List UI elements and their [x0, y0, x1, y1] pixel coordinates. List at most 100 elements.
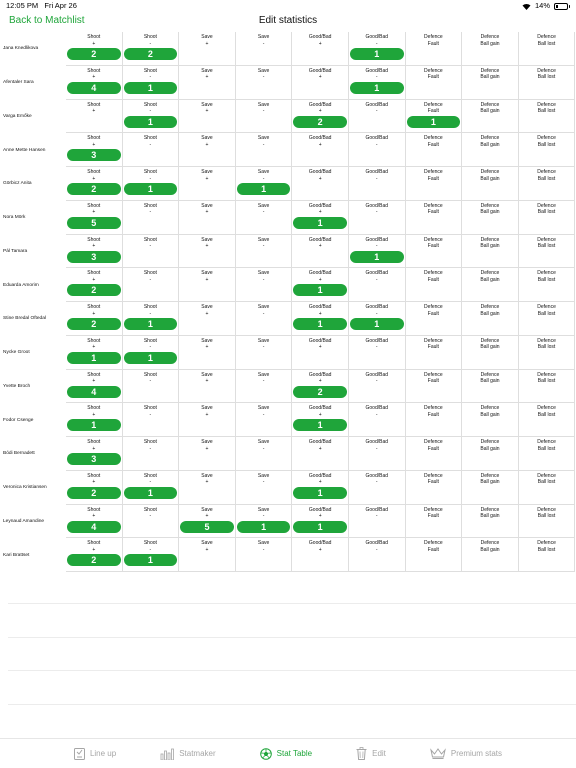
stat-cell[interactable]: Good/Bad -	[348, 470, 406, 505]
stat-cell[interactable]: Shoot -1	[122, 302, 180, 336]
stat-cell[interactable]: Shoot +4	[66, 369, 123, 404]
stat-cell[interactable]: Defence Ball lost	[518, 268, 576, 302]
stat-cell[interactable]: Shoot +1	[66, 335, 123, 370]
stat-cell[interactable]: Shoot -1	[122, 167, 180, 201]
stat-cell[interactable]: Good/Bad +1	[292, 403, 349, 437]
stat-cell[interactable]: Save -1	[235, 167, 293, 201]
stat-count-badge[interactable]: 1	[406, 115, 461, 128]
stat-cell[interactable]: Good/Bad -	[348, 99, 406, 134]
stat-cell[interactable]: Defence Ball lost	[518, 403, 576, 437]
stat-cell[interactable]: Defence Ball gain	[462, 538, 519, 572]
stat-cell[interactable]: Defence Ball gain	[462, 167, 519, 201]
stat-cell[interactable]: Save +	[179, 403, 236, 437]
stat-cell[interactable]: Defence Ball lost	[518, 302, 576, 336]
stat-cell[interactable]: Good/Bad +	[292, 65, 349, 100]
stat-count-badge[interactable]: 1	[293, 419, 347, 432]
stat-cell[interactable]: Save +	[179, 538, 236, 572]
stat-cell[interactable]: Good/Bad -1	[348, 65, 406, 100]
tab-edit[interactable]: Edit	[334, 747, 408, 760]
stat-cell[interactable]: Save +	[179, 133, 236, 167]
stat-cell[interactable]: Save +	[179, 65, 236, 100]
stat-cell[interactable]: Good/Bad -1	[348, 302, 406, 336]
stat-count-badge[interactable]: 1	[293, 216, 347, 229]
stat-cell[interactable]: Save +	[179, 99, 236, 134]
tab-line-up[interactable]: Line up	[52, 747, 138, 760]
stat-cell[interactable]: Save -	[235, 335, 293, 370]
stat-cell[interactable]: Shoot +3	[66, 133, 123, 167]
stat-cell[interactable]: Good/Bad +	[292, 335, 349, 370]
stat-cell[interactable]: Save +	[179, 200, 236, 235]
stat-cell[interactable]: Save +	[179, 234, 236, 269]
stat-cell[interactable]: Shoot +2	[66, 538, 123, 572]
stat-count-badge[interactable]: 1	[293, 520, 347, 533]
stat-count-badge[interactable]: 1	[293, 486, 347, 499]
stat-count-badge[interactable]: 1	[67, 351, 121, 364]
stat-cell[interactable]: Shoot +2	[66, 268, 123, 302]
stat-cell[interactable]: Shoot +2	[66, 302, 123, 336]
stat-cell[interactable]: Defence Ball gain	[462, 302, 519, 336]
stat-cell[interactable]: Shoot +4	[66, 504, 123, 539]
stat-cell[interactable]: Defence Ball gain	[462, 335, 519, 370]
stat-cell[interactable]: Defence Ball lost	[518, 470, 576, 505]
stat-cell[interactable]: Shoot -	[122, 200, 180, 235]
stat-cell[interactable]: Save -	[235, 470, 293, 505]
stat-cell[interactable]: Good/Bad +	[292, 133, 349, 167]
stat-cell[interactable]: Shoot +	[66, 99, 123, 134]
stat-cell[interactable]: Shoot -1	[122, 538, 180, 572]
stat-count-badge[interactable]: 1	[123, 81, 178, 94]
stat-cell[interactable]: Shoot -1	[122, 470, 180, 505]
stat-cell[interactable]: Defence Ball gain	[462, 99, 519, 134]
stat-cell[interactable]: Save +	[179, 32, 236, 66]
stat-cell[interactable]: Shoot -	[122, 403, 180, 437]
stat-count-badge[interactable]: 1	[293, 318, 347, 330]
stat-count-badge[interactable]: 3	[67, 250, 121, 263]
stat-cell[interactable]: Save -	[235, 437, 293, 471]
stat-cell[interactable]: Defence Ball lost	[518, 369, 576, 404]
stat-cell[interactable]: Defence Ball gain	[462, 32, 519, 66]
stat-cell[interactable]: Good/Bad -	[348, 167, 406, 201]
stat-cell[interactable]: Shoot +5	[66, 200, 123, 235]
stat-count-badge[interactable]: 2	[67, 554, 121, 567]
stat-count-badge[interactable]: 1	[349, 318, 404, 330]
stat-cell[interactable]: Save -	[235, 403, 293, 437]
stat-cell[interactable]: Shoot +3	[66, 437, 123, 471]
stat-cell[interactable]: Save +	[179, 268, 236, 302]
stat-cell[interactable]: Save -	[235, 32, 293, 66]
stat-cell[interactable]: Good/Bad +	[292, 437, 349, 471]
stat-cell[interactable]: Defence Fault	[405, 234, 463, 269]
stat-cell[interactable]: Defence Ball gain	[462, 504, 519, 539]
stat-cell[interactable]: Good/Bad +	[292, 167, 349, 201]
stat-cell[interactable]: Defence Fault	[405, 32, 463, 66]
stat-cell[interactable]: Shoot -	[122, 268, 180, 302]
stat-count-badge[interactable]: 1	[236, 183, 291, 195]
stat-cell[interactable]: Defence Ball lost	[518, 167, 576, 201]
stat-count-badge[interactable]: 1	[67, 419, 121, 432]
stat-cell[interactable]: Defence Ball gain	[462, 369, 519, 404]
stat-count-badge[interactable]: 1	[349, 81, 404, 94]
stat-cell[interactable]: Save +5	[179, 504, 236, 539]
stat-cell[interactable]: Defence Fault	[405, 437, 463, 471]
stat-count-badge[interactable]: 1	[293, 284, 347, 297]
stat-cell[interactable]: Save -	[235, 133, 293, 167]
stat-cell[interactable]: Shoot -	[122, 437, 180, 471]
stat-cell[interactable]: Good/Bad -1	[348, 234, 406, 269]
stat-cell[interactable]: Shoot +3	[66, 234, 123, 269]
stat-cell[interactable]: Save -	[235, 369, 293, 404]
stat-cell[interactable]: Defence Fault	[405, 504, 463, 539]
stat-count-badge[interactable]: 1	[123, 183, 178, 195]
stat-cell[interactable]: Shoot -1	[122, 335, 180, 370]
stat-cell[interactable]: Save -	[235, 268, 293, 302]
stat-cell[interactable]: Save -	[235, 302, 293, 336]
tab-statmaker[interactable]: Statmaker	[138, 748, 237, 760]
stat-cell[interactable]: Defence Ball lost	[518, 99, 576, 134]
stat-cell[interactable]: Shoot +1	[66, 403, 123, 437]
stat-count-badge[interactable]: 1	[123, 318, 178, 330]
stat-cell[interactable]: Defence Ball gain	[462, 200, 519, 235]
stat-cell[interactable]: Defence Ball gain	[462, 403, 519, 437]
stat-cell[interactable]: Good/Bad +2	[292, 99, 349, 134]
tab-stat-table[interactable]: Stat Table	[238, 747, 334, 760]
stat-count-badge[interactable]: 2	[67, 284, 121, 297]
stat-count-badge[interactable]: 2	[67, 48, 121, 60]
stat-cell[interactable]: Good/Bad -1	[348, 32, 406, 66]
stat-cell[interactable]: Good/Bad +1	[292, 504, 349, 539]
